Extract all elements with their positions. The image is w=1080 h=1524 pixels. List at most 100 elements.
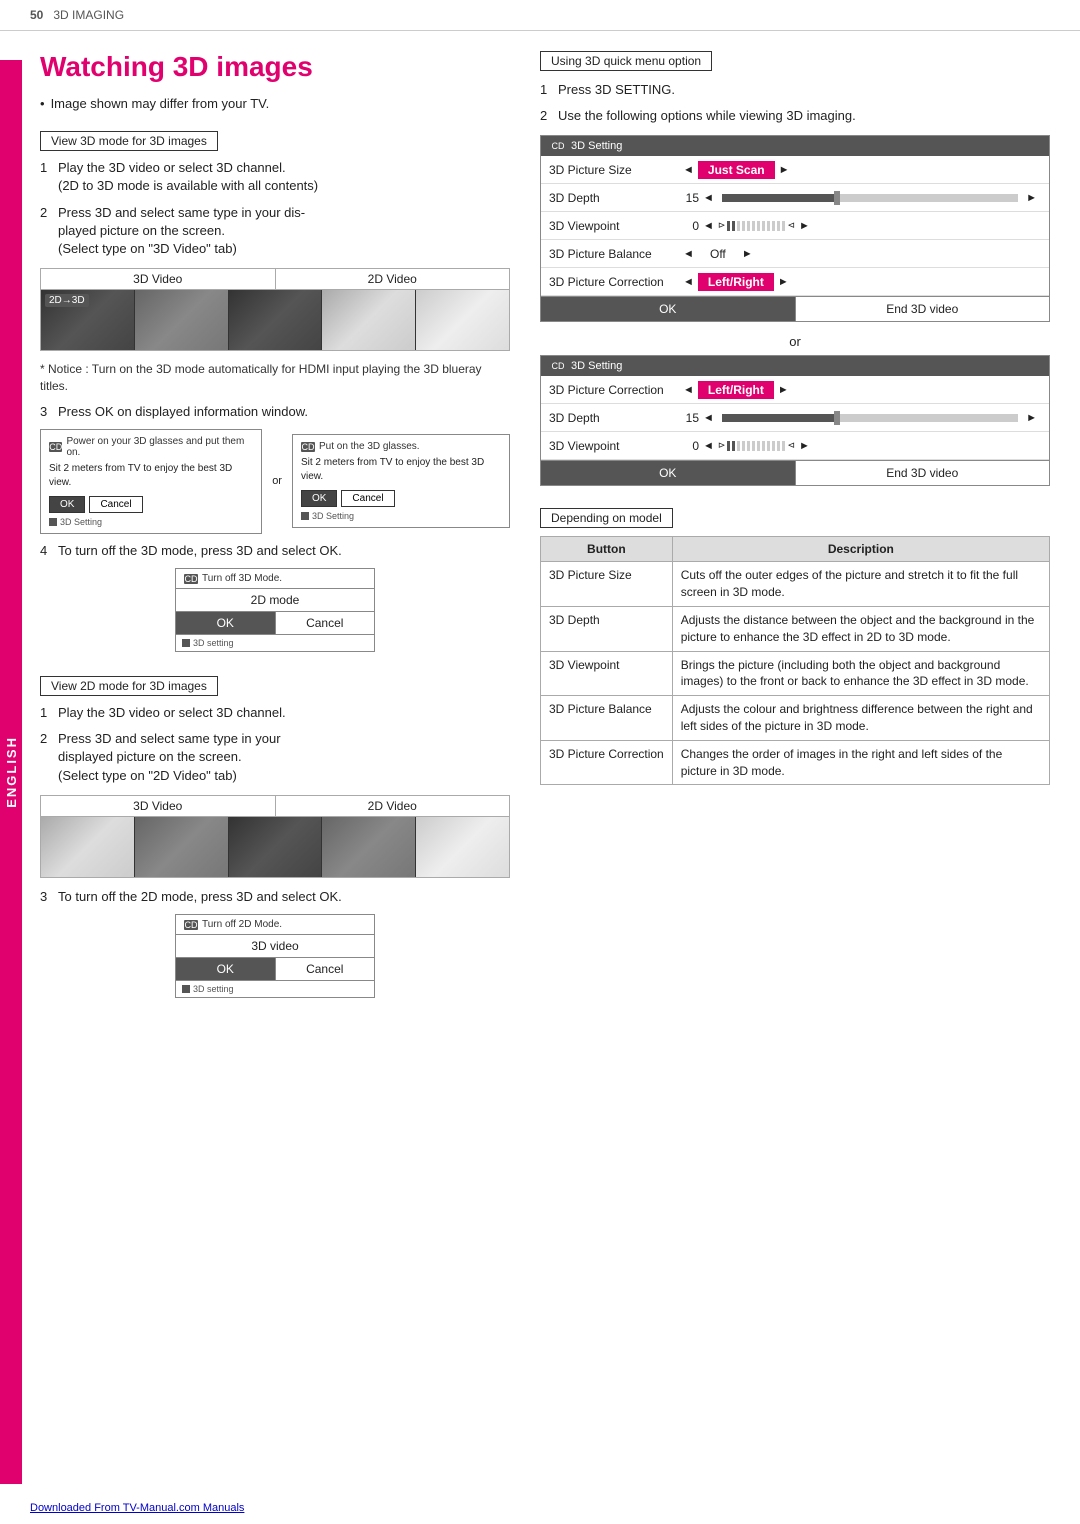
page-header: 50 3D IMAGING: [0, 0, 1080, 31]
end-3d-button[interactable]: End 3D video: [796, 461, 1050, 485]
cancel-button[interactable]: Cancel: [89, 496, 142, 513]
turnoff-mode: 2D mode: [176, 588, 374, 611]
view3d-label: View 3D mode for 3D images: [40, 131, 218, 151]
arrow-right-icon[interactable]: ►: [795, 440, 814, 452]
cd-icon: CD: [49, 442, 62, 452]
turnoff-title: Turn off 3D Mode.: [202, 573, 282, 584]
arrow-left-icon[interactable]: ◄: [679, 276, 698, 288]
ok-button[interactable]: OK: [541, 461, 796, 485]
table-header-row: Button Description: [541, 537, 1050, 562]
viewpoint-display-2: ⊳ ⊲: [718, 440, 795, 451]
button-cell: 3D Picture Correction: [541, 740, 673, 785]
col-button: Button: [541, 537, 673, 562]
turnoff-3d-box: CD Turn off 3D Mode. 2D mode OK Cancel 3…: [175, 568, 375, 652]
setting-row-depth-2: 3D Depth 15 ◄ ►: [541, 404, 1049, 432]
arrow-right-icon[interactable]: ►: [774, 276, 793, 288]
ok-button[interactable]: OK: [49, 496, 85, 513]
arrow-right-icon[interactable]: ►: [1022, 412, 1041, 424]
page-number: 50: [30, 8, 43, 22]
arrow-left-icon[interactable]: ◄: [699, 440, 718, 452]
arrow-left-icon[interactable]: ◄: [679, 164, 698, 176]
table-row: 3D Picture CorrectionChanges the order o…: [541, 740, 1050, 785]
step3-2d-text: To turn off the 2D mode, press 3D and se…: [58, 888, 342, 906]
video-frame: [135, 290, 229, 350]
video-badge: 2D→3D: [45, 294, 89, 307]
video-frame: [135, 817, 229, 877]
col-3d-video: 3D Video: [41, 269, 276, 289]
depth-bar: [722, 194, 1018, 202]
cancel-button[interactable]: Cancel: [276, 958, 375, 980]
intro-bullet: • Image shown may differ from your TV.: [40, 95, 510, 113]
arrow-left-icon[interactable]: ◄: [699, 412, 718, 424]
video-frame: [322, 290, 416, 350]
turnoff-2d-mode: 3D video: [176, 934, 374, 957]
view3d-steps: 1 Play the 3D video or select 3D channel…: [40, 159, 510, 258]
step4-text: To turn off the 3D mode, press 3D and se…: [58, 542, 342, 560]
arrow-left-icon[interactable]: ◄: [699, 192, 718, 204]
ok-button[interactable]: OK: [301, 490, 337, 507]
cd-icon: CD: [301, 442, 315, 452]
ok-button[interactable]: OK: [541, 297, 796, 321]
button-cell: 3D Picture Size: [541, 562, 673, 607]
page-title: Watching 3D images: [40, 51, 510, 83]
list-item: 2 Press 3D and select same type in your …: [40, 204, 510, 259]
setting-row-correction-2: 3D Picture Correction ◄ Left/Right ►: [541, 376, 1049, 404]
button-cell: 3D Depth: [541, 606, 673, 651]
ok-button[interactable]: OK: [176, 612, 276, 634]
footer-square-icon: [182, 985, 190, 993]
arrow-right-icon[interactable]: ►: [738, 248, 757, 260]
list-item: 2 Press 3D and select same type in yourd…: [40, 730, 510, 785]
footer-square-icon: [49, 518, 57, 526]
language-label: ENGLISH: [4, 736, 19, 808]
ok-button[interactable]: OK: [176, 958, 276, 980]
list-item: 3 To turn off the 2D mode, press 3D and …: [40, 888, 510, 906]
right-column: Using 3D quick menu option 1 Press 3D SE…: [540, 51, 1050, 1006]
description-cell: Brings the picture (including both the o…: [672, 651, 1049, 696]
setting-row-correction: 3D Picture Correction ◄ Left/Right ►: [541, 268, 1049, 296]
dialog-row: CD Power on your 3D glasses and put them…: [40, 429, 510, 534]
view2d-step3: 3 To turn off the 2D mode, press 3D and …: [40, 888, 510, 906]
dialog-box-2: CD Put on the 3D glasses. Sit 2 meters f…: [292, 434, 510, 528]
table-row: 3D ViewpointBrings the picture (includin…: [541, 651, 1050, 696]
video-frame: [416, 817, 509, 877]
arrow-right-icon[interactable]: ►: [774, 384, 793, 396]
arrow-left-icon[interactable]: ◄: [699, 220, 718, 232]
table-row: 3D Picture SizeCuts off the outer edges …: [541, 562, 1050, 607]
cd-icon: CD: [184, 574, 198, 584]
arrow-right-icon[interactable]: ►: [795, 220, 814, 232]
intro-text: Image shown may differ from your TV.: [51, 95, 270, 113]
arrow-left-icon[interactable]: ◄: [679, 248, 698, 260]
col-2d-video: 2D Video: [276, 796, 510, 816]
or-divider: or: [272, 475, 282, 487]
cd-icon: CD: [184, 920, 198, 930]
arrow-right-icon[interactable]: ►: [775, 164, 794, 176]
setting-row-viewpoint-2: 3D Viewpoint 0 ◄ ⊳ ⊲: [541, 432, 1049, 460]
description-cell: Adjusts the distance between the object …: [672, 606, 1049, 651]
arrow-left-icon[interactable]: ◄: [679, 384, 698, 396]
list-item: 1 Press 3D SETTING.: [540, 81, 1050, 99]
page-footer: Downloaded From TV-Manual.com Manuals: [30, 1502, 1050, 1514]
list-item: 2 Use the following options while viewin…: [540, 107, 1050, 125]
video-frame: [229, 290, 323, 350]
end-3d-button[interactable]: End 3D video: [796, 297, 1050, 321]
cd-icon: CD: [551, 141, 565, 151]
button-cell: 3D Picture Balance: [541, 696, 673, 741]
footer-square-icon: [182, 639, 190, 647]
view3d-step4: 4 To turn off the 3D mode, press 3D and …: [40, 542, 510, 560]
video-frame: [416, 290, 509, 350]
cancel-button[interactable]: Cancel: [276, 612, 375, 634]
description-cell: Adjusts the colour and brightness differ…: [672, 696, 1049, 741]
list-item: 1 Play the 3D video or select 3D channel…: [40, 159, 510, 195]
panel2-title: 3D Setting: [571, 360, 622, 372]
cancel-button[interactable]: Cancel: [341, 490, 394, 507]
arrow-right-icon[interactable]: ►: [1022, 192, 1041, 204]
description-cell: Changes the order of images in the right…: [672, 740, 1049, 785]
setting-row-balance: 3D Picture Balance ◄ Off ►: [541, 240, 1049, 268]
page-content: Watching 3D images • Image shown may dif…: [0, 31, 1080, 1026]
footer-link[interactable]: Downloaded From TV-Manual.com Manuals: [30, 1502, 244, 1514]
list-item: 1 Play the 3D video or select 3D channel…: [40, 704, 510, 722]
or-text: or: [540, 334, 1050, 349]
2d-video-box: 3D Video 2D Video: [40, 795, 510, 878]
video-frame: [41, 817, 135, 877]
table-row: 3D DepthAdjusts the distance between the…: [541, 606, 1050, 651]
